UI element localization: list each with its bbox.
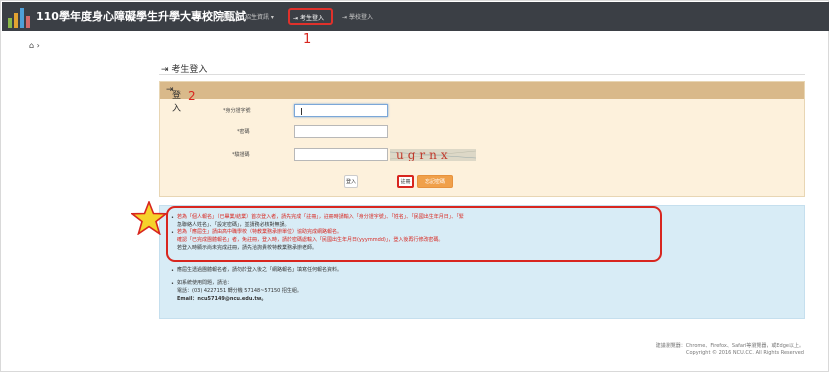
- notice-graduating-1: 若為「應屆生」請由高中職學校（特教業務承辦單位）協助完成網路報名。: [177, 229, 343, 235]
- nav-home[interactable]: 首頁: [220, 12, 232, 21]
- notice-graduating-2: 確認「已完成團體報名」者，免註冊，登入時，請於密碼處輸入「民國出生年月日(yyy…: [177, 237, 444, 243]
- password-input[interactable]: [294, 125, 388, 138]
- annotation-marker-2: 2: [188, 89, 196, 103]
- notice-contact-title: 如系統使用問題，請洽：: [177, 280, 233, 286]
- password-label: *密碼: [237, 129, 250, 135]
- notice-group: 應屆生透過團體報名者，請勿於登入後之「網路報名」填寫任何報名資料。: [177, 267, 343, 273]
- nav-admissions-dropdown[interactable]: 招生資訊 ▾: [245, 12, 274, 21]
- bullet: •: [171, 268, 174, 274]
- captcha-text: ugrnx: [396, 149, 452, 161]
- text-caret: [301, 108, 302, 115]
- nav-candidate-login[interactable]: ⇥ 考生登入: [288, 8, 333, 25]
- footer-browsers: 建議瀏覽器：Chrome、Firefox、Safari等瀏覽器，或Edge以上。: [655, 343, 804, 349]
- captcha-label: *驗證碼: [232, 152, 250, 158]
- page-frame: 110學年度身心障礙學生升學大專校院甄試 首頁 招生資訊 ▾ ⇥ 考生登入 ⇥ …: [0, 0, 829, 372]
- login-panel-title: ⇥ 登入: [166, 85, 182, 114]
- login-panel-header: ⇥ 登入: [160, 82, 804, 114]
- notice-contact-phone: 電話：(03) 4227151 轉分機 57148~57150 招生組。: [177, 288, 302, 294]
- id-number-input[interactable]: [294, 104, 388, 117]
- logo-icon: [8, 8, 30, 28]
- notice-individual-2: 急聯絡人姓名」、「設定密碼」，並請務必核對無誤。: [177, 222, 290, 228]
- login-button[interactable]: 登入: [344, 175, 358, 188]
- captcha-image[interactable]: ugrnx: [390, 149, 476, 161]
- notice-graduating-3: 若登入時顯示尚未完成註冊，請先洽詢貴校特教業務承辦老師。: [177, 245, 318, 251]
- bullet: •: [171, 215, 174, 221]
- breadcrumb: ⌂ ›: [29, 41, 40, 50]
- divider: [159, 74, 805, 75]
- footer-copyright: Copyright © 2016 NCU.CC. All Rights Rese…: [686, 350, 804, 356]
- notice-contact-email[interactable]: Email：ncu57149@ncu.edu.tw。: [177, 296, 266, 303]
- captcha-input[interactable]: [294, 148, 388, 161]
- login-panel: ⇥ 登入 *身分證字號 *密碼 *驗證碼 ugrnx 登入 註冊 忘記密碼: [159, 81, 805, 197]
- annotation-marker-1: 1: [303, 32, 312, 47]
- home-icon[interactable]: ⌂: [29, 41, 34, 50]
- id-label: *身分證字號: [223, 108, 251, 114]
- nav-school-login[interactable]: ⇥ 學校登入: [342, 12, 373, 21]
- bullet: •: [171, 281, 174, 287]
- register-button[interactable]: 註冊: [397, 175, 414, 188]
- top-navbar: 110學年度身心障礙學生升學大專校院甄試 首頁 招生資訊 ▾ ⇥ 考生登入 ⇥ …: [2, 2, 829, 31]
- notice-individual-1: 若為「個人報名」（已畢業/結業）首次登入者，請先完成「註冊」，註冊時請輸入「身分…: [177, 214, 464, 220]
- site-title[interactable]: 110學年度身心障礙學生升學大專校院甄試: [36, 8, 246, 24]
- forgot-password-button[interactable]: 忘記密碼: [417, 175, 453, 188]
- star-icon: [131, 201, 167, 235]
- bullet: •: [171, 230, 174, 236]
- nav-candidate-login-label: ⇥ 考生登入: [293, 15, 324, 22]
